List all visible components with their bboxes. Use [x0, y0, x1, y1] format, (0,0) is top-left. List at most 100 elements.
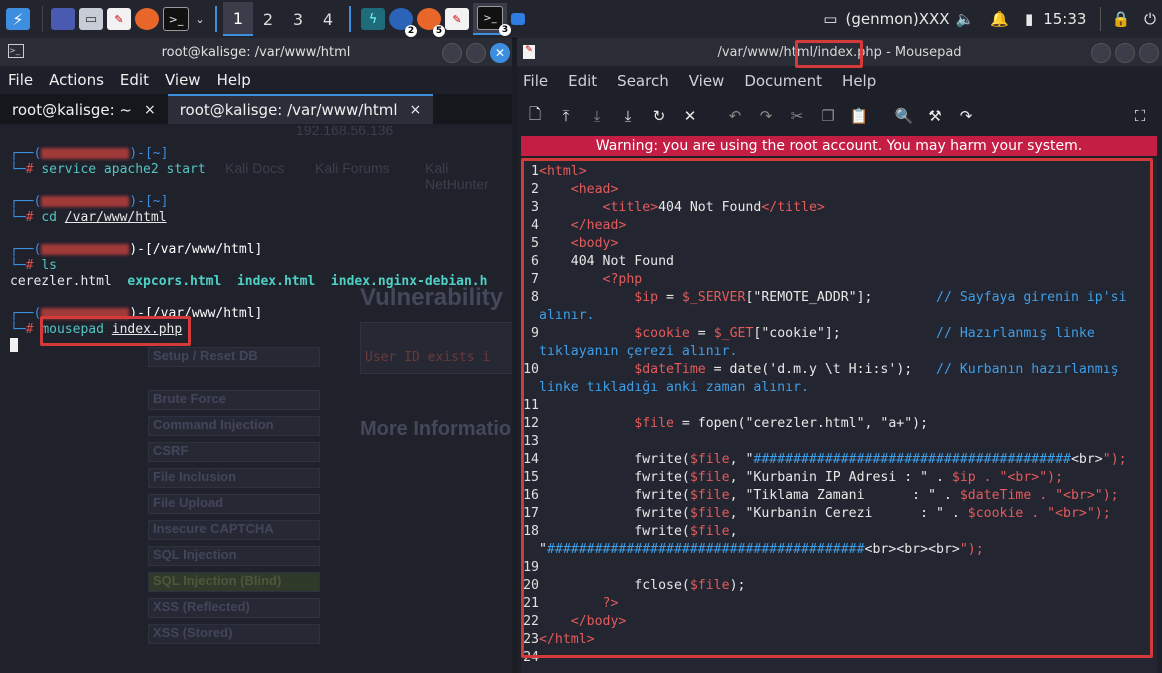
mousepad-titlebar: ✎ /var/www/html/index.php - Mousepad — [517, 38, 1162, 68]
reload-icon[interactable]: ↻ — [649, 106, 669, 126]
command-text: ls — [41, 258, 57, 273]
terminal-output[interactable]: 192.168.56.136 Kali Docs Kali Forums Kal… — [0, 126, 512, 673]
maximize-button[interactable] — [1115, 43, 1135, 63]
menu-help[interactable]: Help — [217, 71, 251, 89]
chevron-down-icon: ⌄ — [195, 12, 205, 26]
taskbar-separator — [42, 6, 43, 32]
prompt-path: )-[~] — [129, 194, 169, 209]
redacted-username — [41, 244, 130, 255]
notification-bell-icon[interactable]: 🔔 — [990, 10, 1009, 28]
redacted-username — [41, 196, 130, 207]
menu-search[interactable]: Search — [617, 72, 669, 90]
ghost-bookmark: Kali NetHunter — [425, 160, 489, 192]
window-count-badge: 3 — [499, 24, 511, 36]
workspace-1[interactable]: 1 — [223, 2, 253, 36]
command-text: cd — [41, 210, 65, 225]
terminal-launcher-button[interactable]: >_ — [163, 4, 189, 34]
menu-document[interactable]: Document — [744, 72, 822, 90]
menu-view[interactable]: View — [689, 72, 725, 90]
kali-menu-button[interactable]: ⚡ — [2, 4, 34, 34]
terminal-titlebar: >_ root@kalisge: /var/www/html ✕ — [0, 38, 512, 66]
minimize-button[interactable] — [442, 43, 462, 63]
menu-edit[interactable]: Edit — [120, 71, 149, 89]
firefox-icon — [135, 8, 159, 30]
lightning-icon: ϟ — [361, 8, 385, 30]
menu-view[interactable]: View — [165, 71, 201, 89]
file-manager-button[interactable]: ▭ — [79, 4, 103, 34]
taskbar-app-blue[interactable] — [511, 4, 525, 34]
ghost-sidebar-item: SQL Injection — [148, 546, 320, 566]
prompt-hash: # — [25, 162, 34, 177]
tab-close-icon[interactable]: × — [144, 102, 156, 118]
paste-icon[interactable]: 📋 — [849, 106, 869, 126]
tray-separator — [1100, 7, 1102, 31]
menu-file[interactable]: File — [523, 72, 548, 90]
menu-help[interactable]: Help — [842, 72, 876, 90]
prompt-line: ┌──()-[~] — [10, 194, 169, 209]
close-document-icon[interactable]: ✕ — [680, 106, 700, 126]
power-icon[interactable]: ⏻ — [1144, 10, 1156, 28]
search-icon[interactable]: 🔍 — [894, 106, 914, 126]
workspace-2[interactable]: 2 — [253, 3, 283, 35]
prompt-path: )-[~] — [129, 146, 169, 161]
ghost-heading: More Informatio — [360, 418, 512, 440]
fullscreen-icon[interactable]: ⛶ — [1130, 106, 1150, 126]
go-to-line-icon[interactable]: ↷ — [956, 106, 976, 126]
text-cursor — [10, 338, 18, 352]
prompt-path: )-[/var/www/html] — [129, 242, 263, 257]
show-desktop-button[interactable] — [51, 4, 75, 34]
menu-actions[interactable]: Actions — [49, 71, 104, 89]
terminal-window: >_ root@kalisge: /var/www/html ✕ File Ac… — [0, 38, 512, 673]
display-icon[interactable]: ▭ — [823, 10, 837, 28]
maximize-button[interactable] — [466, 43, 486, 63]
document-edit-icon: ✎ — [107, 8, 131, 30]
launcher-dropdown[interactable]: ⌄ — [193, 4, 207, 34]
code-editor[interactable]: 1 2 3 4 5 6 7 8 9 10 11 12 13 14 15 16 17 18 19 20 21 22 23 24 … — [521, 158, 1157, 673]
save-as-icon[interactable]: ⤓ — [618, 106, 638, 126]
taskbar-app-group-1[interactable]: 2 — [389, 4, 417, 37]
menu-file[interactable]: File — [8, 71, 33, 89]
taskbar-app-terminal[interactable]: >_ 3 — [473, 3, 511, 36]
cut-icon[interactable]: ✂ — [787, 106, 807, 126]
close-button[interactable]: ✕ — [490, 43, 510, 63]
ghost-bookmark: Kali Docs — [225, 160, 285, 176]
battery-icon[interactable]: ▮ — [1025, 10, 1033, 28]
menu-edit[interactable]: Edit — [568, 72, 597, 90]
minimize-button[interactable] — [1091, 43, 1111, 63]
command-line: └─# service apache2 start — [10, 162, 206, 177]
save-icon[interactable]: ⤓ — [587, 106, 607, 126]
copy-icon[interactable]: ❐ — [818, 106, 838, 126]
tab-html[interactable]: root@kalisge: /var/www/html × — [167, 94, 434, 124]
taskbar-app-group-firefox[interactable]: 5 — [417, 4, 445, 37]
prompt-line: ┌──()-[/var/www/html] — [10, 242, 263, 257]
document-edit-icon: ✎ — [445, 8, 469, 30]
workspace-4[interactable]: 4 — [313, 3, 343, 35]
ghost-sidebar-item: File Inclusion — [148, 468, 320, 488]
ghost-url: 192.168.56.136 — [296, 126, 394, 138]
taskbar-app-lightning[interactable]: ϟ — [361, 4, 385, 34]
ghost-sidebar-item: Setup / Reset DB — [148, 347, 320, 367]
open-icon[interactable]: ⤒ — [556, 106, 576, 126]
close-button[interactable] — [1139, 43, 1159, 63]
find-replace-icon[interactable]: ⚒ — [925, 106, 945, 126]
taskbar-app-mousepad[interactable]: ✎ — [445, 4, 469, 34]
system-tray: ▭ (genmon)XXX 🔈 🔔 ▮ 15:33 🔒 ⏻ — [823, 7, 1162, 31]
volume-icon[interactable]: 🔈 — [956, 10, 975, 28]
kali-dragon-icon: ⚡ — [6, 8, 30, 30]
new-document-icon[interactable]: 🗋 — [525, 105, 545, 126]
command-line: └─# ls — [10, 258, 57, 273]
clock[interactable]: 15:33 — [1043, 10, 1086, 28]
firefox-button[interactable] — [135, 4, 159, 34]
text-editor-button[interactable]: ✎ — [107, 4, 131, 34]
redacted-username — [41, 148, 130, 159]
redo-icon[interactable]: ↷ — [756, 106, 776, 126]
ls-item: expcors.html — [127, 274, 222, 289]
tab-home[interactable]: root@kalisge: ~ × — [0, 96, 168, 124]
lock-icon[interactable]: 🔒 — [1111, 10, 1130, 28]
highlight-box — [521, 158, 1153, 658]
tab-close-icon[interactable]: × — [410, 102, 422, 118]
workspace-3[interactable]: 3 — [283, 3, 313, 35]
window-icon — [511, 13, 525, 25]
mousepad-toolbar: 🗋 ⤒ ⤓ ⤓ ↻ ✕ ↶ ↷ ✂ ❐ 📋 🔍 ⚒ ↷ ⛶ — [517, 96, 1162, 136]
undo-icon[interactable]: ↶ — [725, 106, 745, 126]
